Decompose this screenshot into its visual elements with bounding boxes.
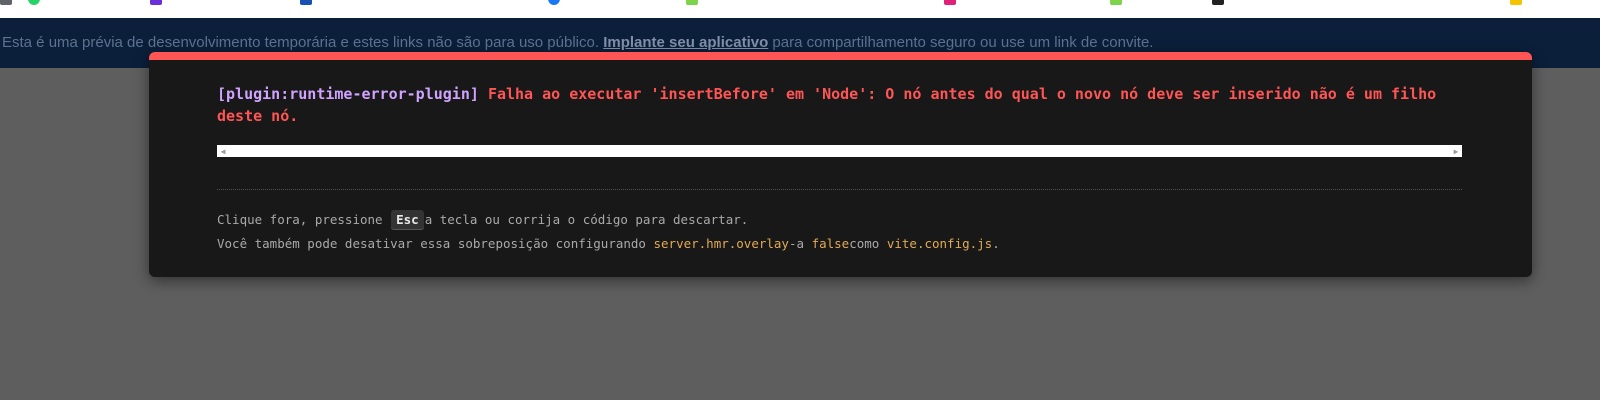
deploy-app-link[interactable]: Implante seu aplicativo — [603, 34, 768, 51]
bookmarks-bar — [0, 0, 1600, 19]
bookmark-purple-icon[interactable] — [150, 0, 162, 5]
bookmark-green-icon[interactable] — [686, 0, 698, 5]
code-hmr-overlay: server.hmr.overlay — [653, 236, 789, 251]
bookmark-dark-icon[interactable] — [1212, 0, 1224, 5]
bookmark-blue-icon[interactable] — [300, 0, 312, 5]
bookmark-pink-icon[interactable] — [944, 0, 956, 5]
scroll-right-icon[interactable]: ▶ — [1450, 145, 1462, 157]
config-tip-text-4: . — [992, 236, 1000, 251]
bookmark-green2-icon[interactable] — [1110, 0, 1122, 5]
bookmark-yellow-icon[interactable] — [1510, 0, 1522, 5]
bookmark-meta-icon[interactable] — [548, 0, 560, 5]
config-tip-text-2: -a — [788, 236, 805, 251]
code-false: false — [811, 236, 850, 251]
error-overlay-window: [plugin:runtime-error-plugin] Falha ao e… — [149, 52, 1532, 277]
code-vite-config: vite.config.js — [886, 236, 993, 251]
bookmark-whatsapp-icon[interactable] — [28, 0, 40, 5]
tip-text: Clique fora, pressione — [217, 212, 383, 227]
divider — [217, 189, 1462, 190]
horizontal-scrollbar[interactable]: ◀ ▶ — [217, 145, 1462, 157]
dismiss-tip: Clique fora, pressione Esc a tecla ou cor… — [217, 209, 748, 231]
error-message: [plugin:runtime-error-plugin] Falha ao e… — [217, 83, 1462, 127]
scroll-left-icon[interactable]: ◀ — [217, 145, 229, 157]
plugin-name: [plugin:runtime-error-plugin] — [217, 85, 479, 103]
bookmark-apps-icon[interactable] — [0, 0, 12, 5]
config-tip-text-3: como — [849, 236, 880, 251]
preview-banner-text: Esta é uma prévia de desenvolvimento tem… — [2, 34, 600, 51]
preview-banner-text-after: para compartilhamento seguro ou use um l… — [772, 34, 1154, 51]
config-tip: Você também pode desativar essa sobrepos… — [217, 235, 1000, 253]
esc-key-badge: Esc — [391, 210, 424, 229]
config-tip-text: Você também pode desativar essa sobrepos… — [217, 236, 646, 251]
tip-text-after: a tecla ou corrija o código para descart… — [424, 212, 749, 227]
